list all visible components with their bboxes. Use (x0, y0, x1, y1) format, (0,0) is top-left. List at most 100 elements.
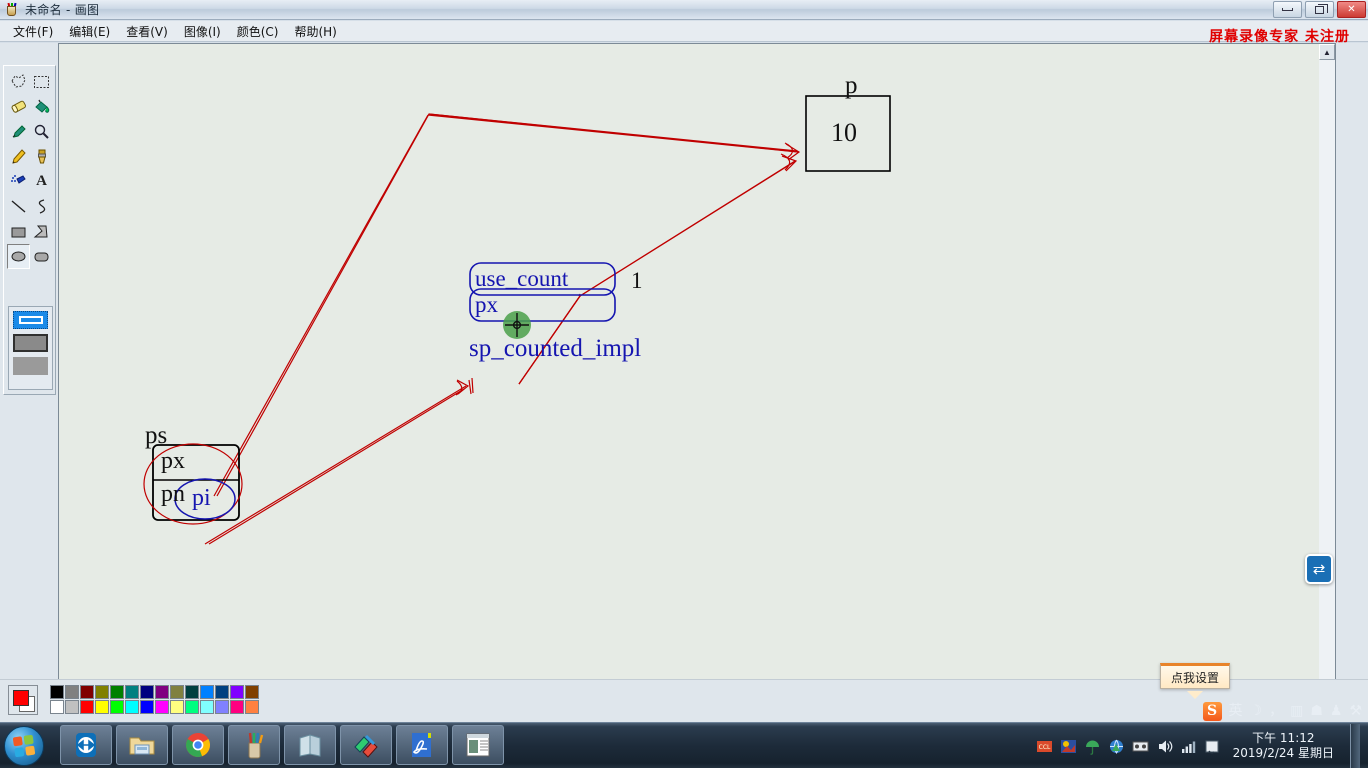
taskbar-notepad[interactable] (284, 725, 336, 765)
foreground-color-swatch[interactable] (13, 690, 29, 706)
tray-device-icon[interactable] (1132, 738, 1149, 755)
palette-swatch-1-8[interactable] (170, 685, 184, 699)
palette-swatch-1-0[interactable] (50, 685, 64, 699)
palette-swatch-2-1[interactable] (65, 700, 79, 714)
palette-swatch-1-1[interactable] (65, 685, 79, 699)
palette-swatch-1-10[interactable] (200, 685, 214, 699)
ime-moon-icon[interactable]: ☽ (1250, 704, 1263, 718)
palette-swatch-1-3[interactable] (95, 685, 109, 699)
brush-icon[interactable] (30, 144, 53, 169)
close-button[interactable]: ✕ (1337, 1, 1366, 18)
palette-swatch-1-2[interactable] (80, 685, 94, 699)
taskbar-paint[interactable] (228, 725, 280, 765)
menu-help[interactable]: 帮助(H) (286, 21, 344, 42)
taskbar-acrobat[interactable] (396, 725, 448, 765)
ime-tools-icon[interactable]: ⚒ (1349, 704, 1362, 718)
free-form-select-icon[interactable] (7, 69, 30, 94)
palette-swatch-2-8[interactable] (170, 700, 184, 714)
taskbar-file-explorer[interactable] (116, 725, 168, 765)
use-count-label: use_count (475, 266, 569, 291)
restore-button[interactable] (1305, 1, 1334, 18)
ps-px-label: px (161, 448, 185, 474)
outline-and-fill-option[interactable] (13, 334, 48, 352)
canvas-vertical-scrollbar[interactable]: ▲ (1319, 44, 1335, 699)
menu-file[interactable]: 文件(F) (5, 21, 61, 42)
minimize-button[interactable] (1273, 1, 1302, 18)
settings-tooltip[interactable]: 点我设置 (1160, 663, 1230, 699)
palette-swatch-2-7[interactable] (155, 700, 169, 714)
title-bar[interactable]: 未命名 - 画图 ✕ (0, 0, 1368, 20)
palette-swatch-1-4[interactable] (110, 685, 124, 699)
text-icon[interactable]: A (30, 169, 53, 194)
tray-action-center-icon[interactable] (1204, 738, 1221, 755)
sogou-ime-toolbar[interactable]: S 英 ☽ ， ▥ ☗ ♟ ⚒ (1202, 700, 1362, 722)
current-color-indicator[interactable] (8, 685, 38, 715)
palette-swatch-2-4[interactable] (110, 700, 124, 714)
ime-punctuation-icon[interactable]: ， (1269, 704, 1283, 718)
palette-swatch-1-11[interactable] (215, 685, 229, 699)
airbrush-icon[interactable] (7, 169, 30, 194)
palette-swatch-2-9[interactable] (185, 700, 199, 714)
palette-swatch-1-5[interactable] (125, 685, 139, 699)
fill-bucket-icon[interactable] (30, 94, 53, 119)
tray-umbrella-icon[interactable] (1084, 738, 1101, 755)
ime-mode-english-icon[interactable]: 英 (1229, 704, 1243, 718)
window-title: 未命名 - 画图 (25, 3, 100, 17)
rectangle-select-icon[interactable] (30, 69, 53, 94)
palette-swatch-1-7[interactable] (155, 685, 169, 699)
taskbar-editor[interactable] (340, 725, 392, 765)
eraser-icon[interactable] (7, 94, 30, 119)
rounded-rectangle-icon[interactable] (30, 244, 53, 269)
menu-color[interactable]: 颜色(C) (229, 21, 287, 42)
taskbar-window-app[interactable] (452, 725, 504, 765)
menu-image[interactable]: 图像(I) (176, 21, 229, 42)
teamviewer-widget[interactable]: ⇄ (1305, 554, 1333, 584)
menu-view[interactable]: 查看(V) (118, 21, 176, 42)
tray-globe-icon[interactable] (1108, 738, 1125, 755)
sogou-logo-icon[interactable]: S (1202, 701, 1222, 721)
show-desktop-button[interactable] (1350, 724, 1360, 768)
rectangle-icon[interactable] (7, 219, 30, 244)
start-button[interactable] (4, 726, 44, 766)
taskbar-chrome[interactable] (172, 725, 224, 765)
palette-swatch-2-3[interactable] (95, 700, 109, 714)
palette-swatch-1-9[interactable] (185, 685, 199, 699)
menu-bar: 文件(F) 编辑(E) 查看(V) 图像(I) 颜色(C) 帮助(H) (0, 21, 1368, 42)
palette-swatch-2-13[interactable] (245, 700, 259, 714)
taskbar-teamviewer[interactable] (60, 725, 112, 765)
scroll-up-arrow[interactable]: ▲ (1319, 44, 1335, 60)
pencil-icon[interactable] (7, 144, 30, 169)
fill-only-option[interactable] (13, 357, 48, 375)
tray-ccl-icon[interactable]: CCL (1036, 738, 1053, 755)
palette-swatch-1-6[interactable] (140, 685, 154, 699)
palette-swatch-1-13[interactable] (245, 685, 259, 699)
polygon-icon[interactable] (30, 219, 53, 244)
ime-user-icon[interactable]: ☗ (1310, 704, 1323, 718)
line-icon[interactable] (7, 194, 30, 219)
palette-swatch-2-5[interactable] (125, 700, 139, 714)
taskbar-clock[interactable]: 下午 11:12 2019/2/24 星期日 (1233, 731, 1334, 761)
ime-keyboard-icon[interactable]: ▥ (1290, 704, 1303, 718)
canvas-area[interactable]: p 10 use_count px 1 sp_counted_impl ps p… (58, 43, 1336, 703)
tray-network-icon[interactable] (1180, 738, 1197, 755)
ellipse-icon[interactable] (7, 244, 30, 269)
color-picker-icon[interactable] (7, 119, 30, 144)
drawing-canvas[interactable]: p 10 use_count px 1 sp_counted_impl ps p… (59, 44, 1335, 702)
menu-edit[interactable]: 编辑(E) (61, 21, 118, 42)
palette-swatch-2-6[interactable] (140, 700, 154, 714)
palette-swatch-2-0[interactable] (50, 700, 64, 714)
palette-row-2 (50, 700, 259, 714)
palette-swatch-1-12[interactable] (230, 685, 244, 699)
magnifier-icon[interactable] (30, 119, 53, 144)
palette-swatch-2-2[interactable] (80, 700, 94, 714)
sp-px-label: px (475, 292, 498, 317)
palette-swatch-2-11[interactable] (215, 700, 229, 714)
curve-icon[interactable] (30, 194, 53, 219)
red-arrow-overlay (204, 114, 801, 545)
tray-volume-icon[interactable] (1156, 738, 1173, 755)
tray-app-icon[interactable] (1060, 738, 1077, 755)
outline-only-option[interactable] (13, 311, 48, 329)
palette-swatch-2-12[interactable] (230, 700, 244, 714)
palette-swatch-2-10[interactable] (200, 700, 214, 714)
ime-skin-icon[interactable]: ♟ (1330, 704, 1343, 718)
